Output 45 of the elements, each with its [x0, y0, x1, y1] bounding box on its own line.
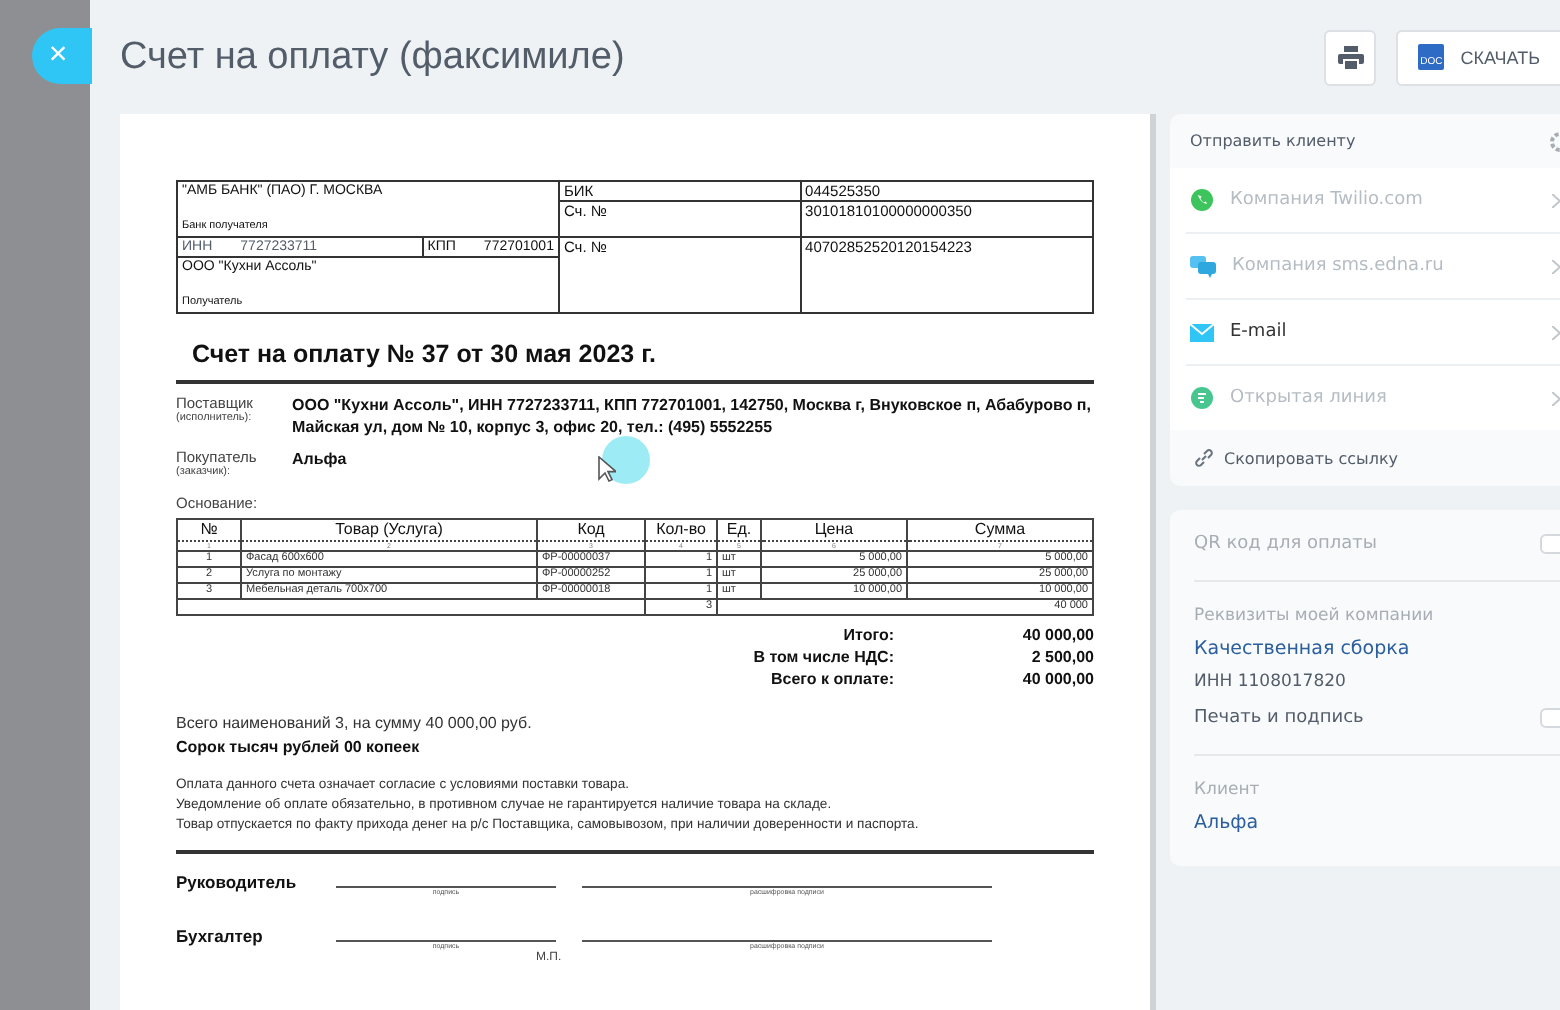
- cursor-highlight: [602, 436, 650, 484]
- column-header: Кол-во: [645, 519, 717, 541]
- party-details: Альфа: [292, 448, 347, 472]
- column-header: Товар (Услуга): [241, 519, 537, 541]
- column-header: №: [177, 519, 241, 541]
- amount-in-words: Сорок тысяч рублей 00 копеек: [176, 738, 422, 756]
- signatory-label: Руководитель: [176, 872, 299, 892]
- section-title: Отправить клиенту: [1190, 132, 1356, 150]
- total-label: Всего к оплате:: [768, 668, 894, 690]
- total-value: 40 000,00: [1020, 624, 1094, 646]
- column-header: Ед.: [717, 519, 761, 541]
- total-label: В том числе НДС:: [751, 646, 894, 668]
- total-value: 40 000,00: [1020, 668, 1094, 690]
- total-label: Итого:: [841, 624, 894, 646]
- copy-link[interactable]: Скопировать ссылку: [1170, 430, 1560, 486]
- chevron-icon: [1552, 325, 1560, 339]
- signatory-label: Бухгалтер: [176, 926, 265, 946]
- print-button[interactable]: [1324, 29, 1377, 85]
- toggle-label: QR код для оплаты: [1194, 534, 1377, 554]
- field-label: Реквизиты моей компании: [1194, 606, 1436, 626]
- envelope-icon: [1190, 323, 1214, 341]
- column-header: Код: [537, 519, 645, 541]
- settings-icon: [1544, 131, 1560, 151]
- chevron-icon: [1552, 391, 1560, 405]
- client-link[interactable]: Альфа: [1194, 812, 1560, 834]
- column-header: Сумма: [907, 519, 1093, 541]
- party-details: ООО "Кухни Ассоль", ИНН 7727233711, КПП 772701001, 142750, Москва г, Внуковское п, Абабурово п, Майская ул, дом № 10, корпус 3, офис 20, тел.: (495) 5552255: [292, 394, 1093, 438]
- toggle-label: Печать и подпись: [1194, 708, 1364, 728]
- summary-text: Всего наименований 3, на сумму 40 000,00 руб.: [176, 714, 534, 732]
- invoice-title: Счет на оплату № 37 от 30 мая 2023 г.: [192, 340, 659, 368]
- column-header: Цена: [761, 519, 907, 541]
- company-inn: ИНН 1108017820: [1194, 672, 1348, 692]
- company-link[interactable]: Качественная сборка: [1194, 638, 1560, 660]
- window-title: Счет на оплату (факсимиле): [120, 35, 627, 79]
- pointer-icon: [598, 456, 616, 482]
- link-icon: [1194, 448, 1214, 468]
- total-value: 2 500,00: [1029, 646, 1094, 668]
- chat-bubbles-icon: [1190, 255, 1216, 277]
- field-label: Клиент: [1194, 780, 1262, 800]
- speech-circle-icon: [1190, 386, 1214, 410]
- channel-item[interactable]: E-mail: [1186, 300, 1560, 366]
- chevron-icon: [1552, 193, 1560, 207]
- printer-icon: [1337, 45, 1364, 69]
- phone-bubble-icon: [1190, 188, 1214, 212]
- chevron-icon: [1552, 259, 1560, 273]
